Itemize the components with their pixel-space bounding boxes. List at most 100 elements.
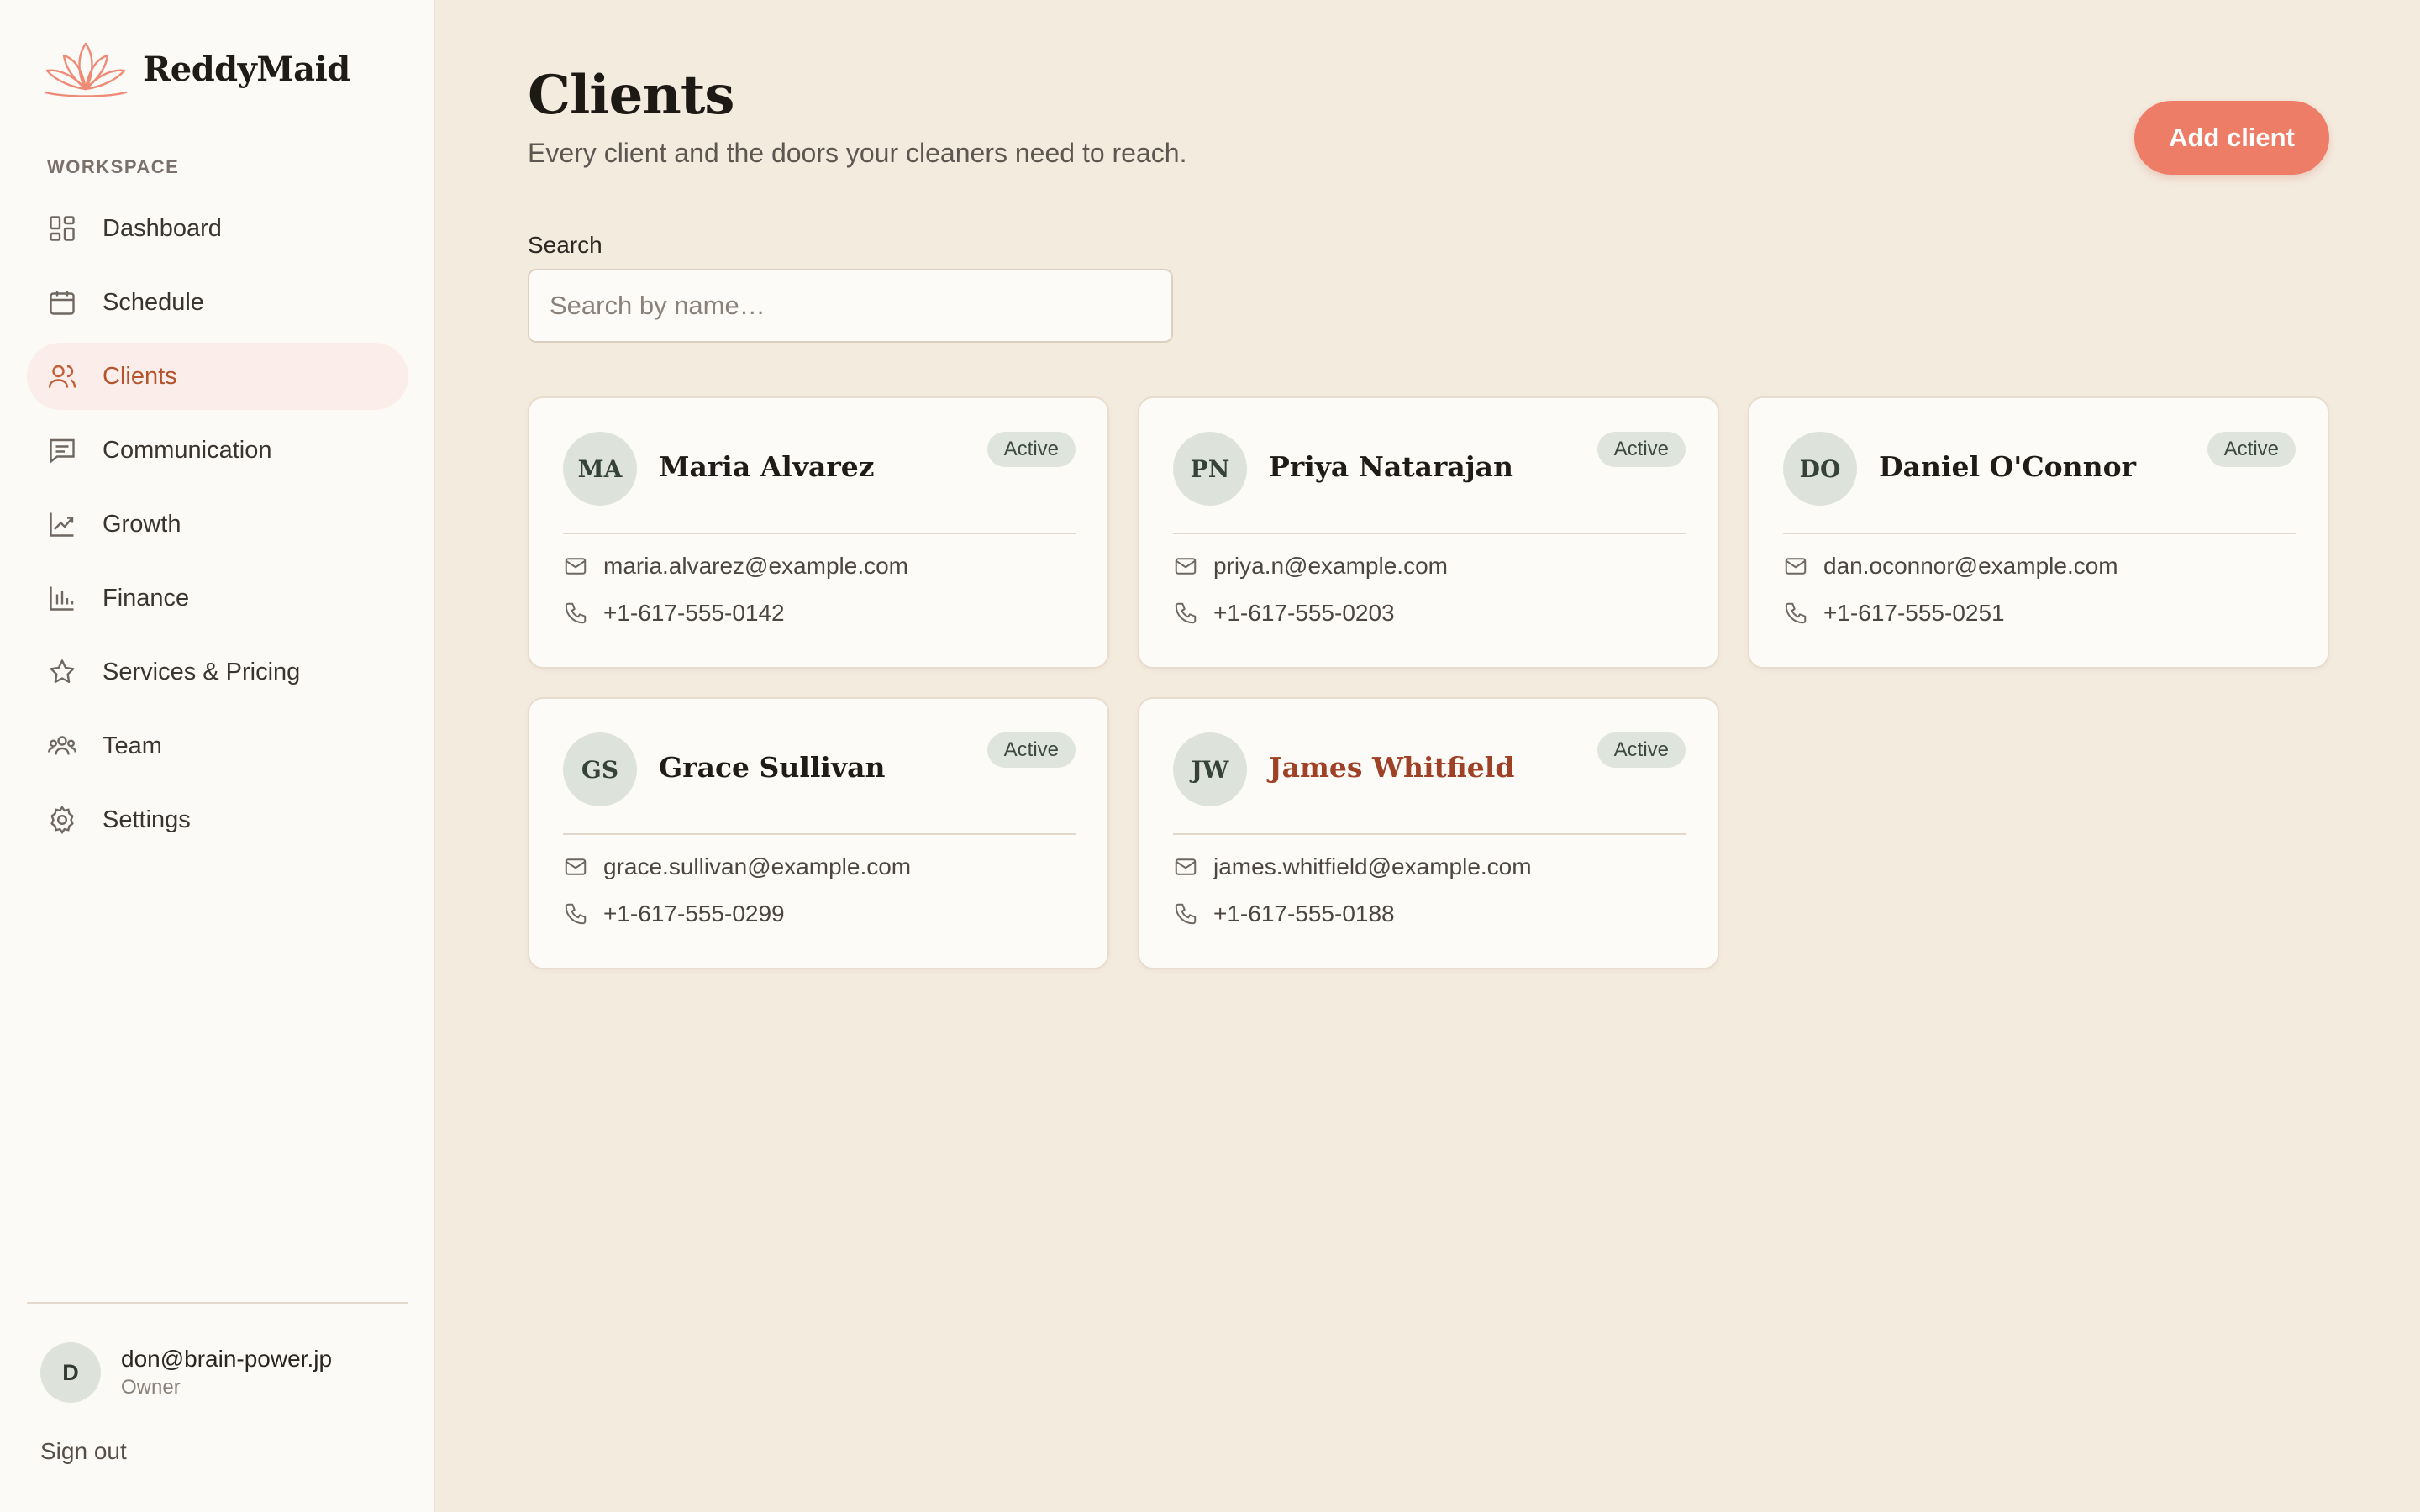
client-email: grace.sullivan@example.com bbox=[603, 853, 912, 879]
sidebar-item-label: Growth bbox=[103, 510, 182, 538]
mail-icon bbox=[1785, 558, 1807, 575]
phone-icon bbox=[1175, 903, 1197, 925]
bar-chart-icon bbox=[50, 586, 74, 611]
client-card[interactable]: JW James Whitfield Active james.whitfiel… bbox=[1138, 697, 1719, 969]
sidebar-item-dashboard[interactable]: Dashboard bbox=[27, 195, 408, 262]
client-card[interactable]: MA Maria Alvarez Active maria.alvarez@ex… bbox=[528, 396, 1109, 669]
client-email-row: priya.n@example.com bbox=[1173, 553, 1448, 580]
avatar: D bbox=[40, 1342, 101, 1403]
sidebar: ReddyMaid WORKSPACE Dashboard Schedule C… bbox=[0, 0, 435, 1512]
status-badge: Active bbox=[986, 732, 1076, 768]
client-email: james.whitfield@example.com bbox=[1213, 853, 1532, 879]
status-badge: Active bbox=[986, 432, 1076, 467]
client-email: priya.n@example.com bbox=[1213, 553, 1448, 579]
client-email-row: maria.alvarez@example.com bbox=[563, 553, 908, 580]
sidebar-item-finance[interactable]: Finance bbox=[27, 564, 408, 632]
card-divider bbox=[563, 833, 1076, 835]
sidebar-item-label: Schedule bbox=[103, 288, 204, 316]
phone-icon bbox=[565, 602, 587, 624]
mail-icon bbox=[565, 558, 587, 575]
client-name: Daniel O'Connor bbox=[1879, 450, 2137, 483]
client-email: maria.alvarez@example.com bbox=[603, 553, 908, 579]
client-phone-row: +1-617-555-0251 bbox=[1783, 600, 2005, 627]
card-divider bbox=[1783, 533, 2296, 534]
page-title: Clients bbox=[528, 64, 734, 127]
dashboard-icon bbox=[50, 216, 75, 241]
client-avatar: JW bbox=[1173, 732, 1247, 806]
star-icon bbox=[50, 659, 75, 684]
client-avatar: GS bbox=[563, 732, 637, 806]
client-avatar: MA bbox=[563, 432, 637, 506]
sidebar-item-label: Team bbox=[103, 732, 162, 759]
status-badge: Active bbox=[1597, 732, 1686, 768]
client-name: Maria Alvarez bbox=[659, 450, 875, 483]
mail-icon bbox=[1175, 858, 1197, 875]
sidebar-item-label: Services & Pricing bbox=[103, 658, 301, 685]
client-name: Grace Sullivan bbox=[659, 751, 886, 784]
sidebar-item-label: Clients bbox=[103, 362, 177, 390]
client-phone: +1-617-555-0188 bbox=[1213, 900, 1395, 927]
client-phone-row: +1-617-555-0188 bbox=[1173, 900, 1395, 927]
sidebar-nav: Dashboard Schedule Clients Communication… bbox=[27, 195, 408, 860]
client-phone-row: +1-617-555-0299 bbox=[563, 900, 785, 927]
client-card[interactable]: PN Priya Natarajan Active priya.n@exampl… bbox=[1138, 396, 1719, 669]
sidebar-item-clients[interactable]: Clients bbox=[27, 343, 408, 410]
card-divider bbox=[1173, 833, 1686, 835]
client-name: Priya Natarajan bbox=[1269, 450, 1514, 483]
client-card[interactable]: DO Daniel O'Connor Active dan.oconnor@ex… bbox=[1748, 396, 2329, 669]
user-email: don@brain-power.jp bbox=[121, 1346, 333, 1372]
sidebar-item-team[interactable]: Team bbox=[27, 712, 408, 780]
app-shell: ReddyMaid WORKSPACE Dashboard Schedule C… bbox=[0, 0, 2420, 1512]
sidebar-item-label: Finance bbox=[103, 584, 190, 612]
sidebar-divider bbox=[27, 1302, 408, 1304]
client-name: James Whitfield bbox=[1269, 751, 1515, 784]
sidebar-item-label: Communication bbox=[103, 436, 272, 464]
calendar-icon bbox=[50, 291, 75, 315]
add-client-button[interactable]: Add client bbox=[2134, 101, 2329, 175]
brand[interactable]: ReddyMaid bbox=[40, 37, 350, 101]
workspace-label: WORKSPACE bbox=[47, 156, 180, 177]
sidebar-item-label: Dashboard bbox=[103, 214, 222, 242]
search-label: Search bbox=[528, 232, 602, 258]
main-content: Clients Every client and the doors your … bbox=[435, 0, 2420, 1512]
lotus-icon bbox=[44, 42, 128, 97]
user-role: Owner bbox=[121, 1376, 181, 1399]
sidebar-item-schedule[interactable]: Schedule bbox=[27, 269, 408, 336]
sidebar-item-communication[interactable]: Communication bbox=[27, 417, 408, 484]
brand-name: ReddyMaid bbox=[143, 49, 350, 89]
sign-out-link[interactable]: Sign out bbox=[40, 1438, 127, 1465]
client-phone: +1-617-555-0203 bbox=[1213, 600, 1395, 626]
message-icon bbox=[50, 438, 75, 464]
gear-icon bbox=[50, 805, 74, 835]
sidebar-item-settings[interactable]: Settings bbox=[27, 786, 408, 853]
phone-icon bbox=[565, 903, 587, 925]
sidebar-item-growth[interactable]: Growth bbox=[27, 491, 408, 558]
team-icon bbox=[48, 736, 76, 755]
card-divider bbox=[1173, 533, 1686, 534]
phone-icon bbox=[1785, 602, 1807, 624]
users-icon bbox=[48, 365, 76, 388]
client-phone-row: +1-617-555-0142 bbox=[563, 600, 785, 627]
client-email-row: dan.oconnor@example.com bbox=[1783, 553, 2118, 580]
trend-icon bbox=[50, 512, 74, 537]
user-info: don@brain-power.jp Owner bbox=[121, 1346, 332, 1399]
card-divider bbox=[563, 533, 1076, 534]
mail-icon bbox=[565, 858, 587, 875]
status-badge: Active bbox=[2207, 432, 2296, 467]
client-email: dan.oconnor@example.com bbox=[1823, 553, 2118, 579]
user-profile[interactable]: D don@brain-power.jp Owner bbox=[40, 1342, 332, 1403]
search-input[interactable] bbox=[528, 269, 1173, 343]
client-phone: +1-617-555-0142 bbox=[603, 600, 785, 626]
client-phone: +1-617-555-0251 bbox=[1823, 600, 2005, 626]
client-email-row: james.whitfield@example.com bbox=[1173, 853, 1532, 880]
mail-icon bbox=[1175, 558, 1197, 575]
status-badge: Active bbox=[1597, 432, 1686, 467]
client-grid: MA Maria Alvarez Active maria.alvarez@ex… bbox=[528, 396, 2329, 969]
client-avatar: PN bbox=[1173, 432, 1247, 506]
client-card[interactable]: GS Grace Sullivan Active grace.sullivan@… bbox=[528, 697, 1109, 969]
phone-icon bbox=[1175, 602, 1197, 624]
client-phone: +1-617-555-0299 bbox=[603, 900, 785, 927]
sidebar-item-services-pricing[interactable]: Services & Pricing bbox=[27, 638, 408, 706]
client-avatar: DO bbox=[1783, 432, 1857, 506]
client-email-row: grace.sullivan@example.com bbox=[563, 853, 911, 880]
